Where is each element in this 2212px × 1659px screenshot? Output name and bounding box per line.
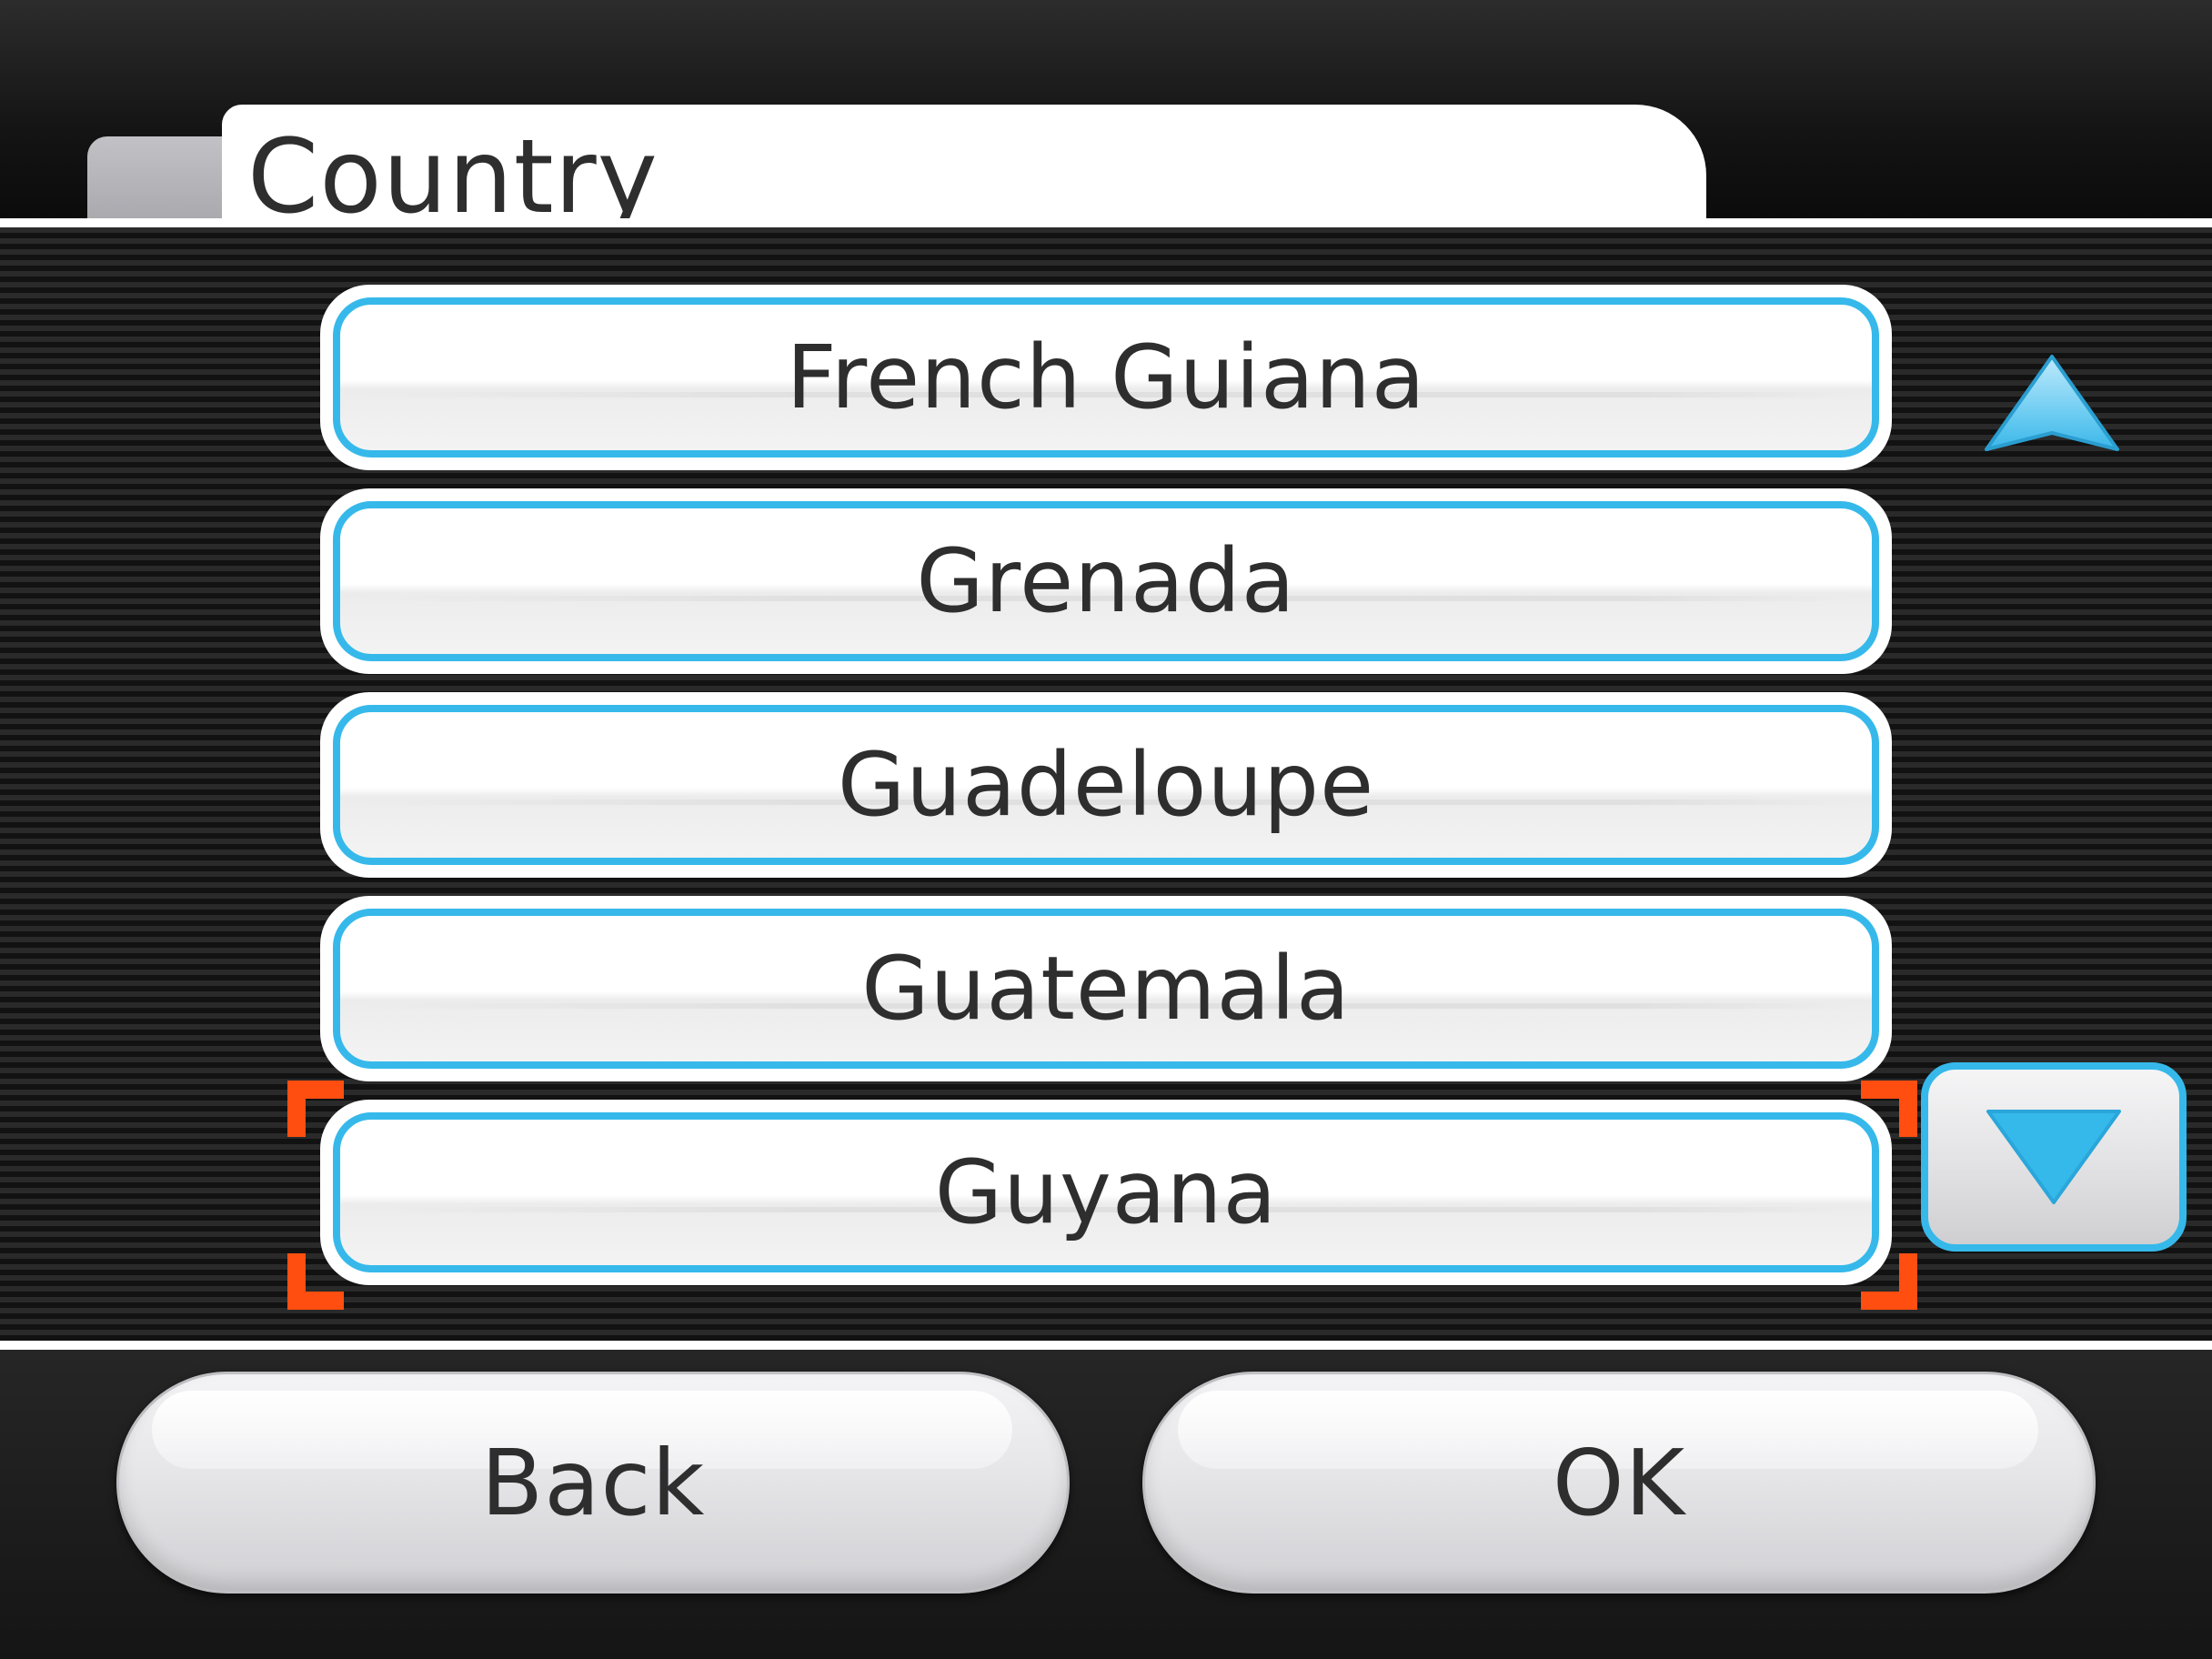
selection-bracket-top-right (1861, 1081, 1917, 1137)
list-item-label: Guadeloupe (837, 734, 1375, 836)
list-item-label: Guyana (934, 1141, 1278, 1243)
list-item-label: Grenada (916, 530, 1296, 632)
scroll-up-button[interactable] (1979, 349, 2125, 458)
ok-button-label: OK (1552, 1429, 1686, 1536)
ok-button[interactable]: OK (1142, 1372, 2096, 1594)
list-item-french-guiana[interactable]: French Guiana (320, 285, 1892, 470)
list-item-guyana[interactable]: Guyana (320, 1100, 1892, 1285)
selection-bracket-top-left (287, 1081, 344, 1137)
list-item-frame: Grenada (333, 501, 1879, 661)
scroll-down-button[interactable] (1921, 1062, 2187, 1252)
secondary-tab (87, 136, 242, 220)
list-item-label: French Guiana (786, 327, 1426, 428)
list-item-grenada[interactable]: Grenada (320, 488, 1892, 674)
selection-bracket-bottom-left (287, 1253, 344, 1310)
list-item-label: Guatemala (861, 938, 1351, 1040)
title-tab: Country (222, 105, 1706, 236)
triangle-up-icon (1985, 355, 2119, 451)
list-item-frame: French Guiana (333, 297, 1879, 457)
list-item-frame: Guyana (333, 1112, 1879, 1272)
selection-bracket-bottom-right (1861, 1253, 1917, 1310)
back-button-label: Back (480, 1429, 706, 1536)
triangle-down-icon (1986, 1110, 2121, 1204)
list-item-frame: Guadeloupe (333, 705, 1879, 865)
header-divider (0, 218, 2212, 227)
list-item-guadeloupe[interactable]: Guadeloupe (320, 692, 1892, 878)
list-item-guatemala[interactable]: Guatemala (320, 896, 1892, 1081)
back-button[interactable]: Back (116, 1372, 1070, 1594)
footer-divider (0, 1341, 2212, 1350)
header-bar: Country (0, 0, 2212, 236)
list-item-frame: Guatemala (333, 909, 1879, 1069)
